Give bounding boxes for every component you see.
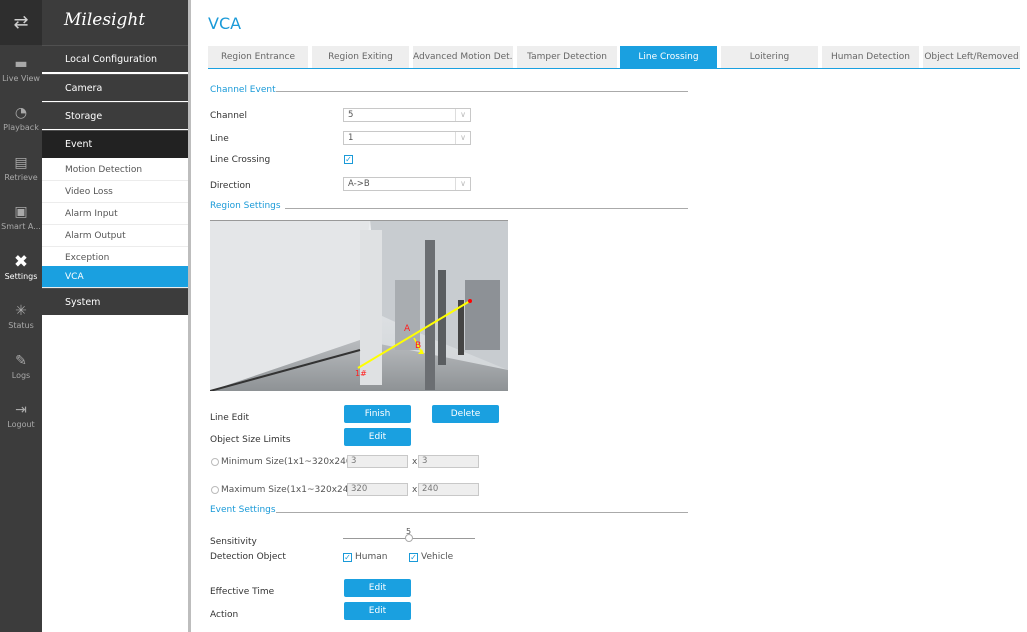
minimum-width-input[interactable]: 3 xyxy=(347,455,408,468)
maximum-height-input[interactable]: 240 xyxy=(418,483,479,496)
human-label: Human xyxy=(355,552,388,562)
menu-sub-video-loss[interactable]: Video Loss xyxy=(42,181,188,203)
finish-button[interactable]: Finish xyxy=(344,405,411,423)
human-checkbox[interactable]: ✓ xyxy=(343,553,352,562)
logout-icon: ⇥ xyxy=(15,402,27,418)
overlay-line-number: 1# xyxy=(355,369,367,378)
menu-item-event[interactable]: Event xyxy=(42,130,188,158)
camera-preview[interactable]: A B 1# xyxy=(210,220,508,391)
section-divider xyxy=(285,208,688,209)
action-edit-button[interactable]: Edit xyxy=(344,602,411,620)
detection-object-label: Detection Object xyxy=(210,552,286,562)
menu-item-system[interactable]: System xyxy=(42,288,188,315)
direction-label: Direction xyxy=(210,181,251,191)
overlay-label-a: A xyxy=(404,324,411,334)
tab-region-exiting[interactable]: Region Exiting xyxy=(312,46,409,68)
maximum-size-x: x xyxy=(412,485,418,495)
line-value: 1 xyxy=(348,133,354,143)
tab-line-crossing[interactable]: Line Crossing xyxy=(620,46,717,68)
menu-sub-vca[interactable]: VCA xyxy=(42,266,188,288)
logs-icon: ✎ xyxy=(15,353,27,369)
direction-value: A->B xyxy=(348,179,370,189)
tab-tamper-detection[interactable]: Tamper Detection xyxy=(517,46,617,68)
maximum-size-radio[interactable] xyxy=(211,486,219,494)
rail-playback[interactable]: ◔ Playback xyxy=(0,105,42,149)
direction-select[interactable]: A->B ∨ xyxy=(343,177,471,191)
section-divider xyxy=(276,91,688,92)
camera-scene: A B 1# xyxy=(210,220,508,391)
rail-live-view[interactable]: ▬ Live View xyxy=(0,56,42,100)
rail-smart-analysis[interactable]: ▣ Smart A... xyxy=(0,204,42,248)
vehicle-label: Vehicle xyxy=(421,552,454,562)
overlay-label-b: B xyxy=(415,341,421,351)
menu-sub-alarm-input[interactable]: Alarm Input xyxy=(42,203,188,225)
line-edit-label: Line Edit xyxy=(210,413,250,423)
section-divider xyxy=(276,512,688,513)
settings-icon: ✖ xyxy=(13,252,29,272)
chevron-down-icon: ∨ xyxy=(455,109,470,121)
section-region-settings: Region Settings xyxy=(210,201,281,211)
playback-icon: ◔ xyxy=(14,105,28,121)
section-event-settings: Event Settings xyxy=(210,505,276,515)
menu-header: Milesight xyxy=(42,0,188,45)
rail-logs[interactable]: ✎ Logs xyxy=(0,353,42,397)
chevron-down-icon: ∨ xyxy=(455,178,470,190)
section-channel-event: Channel Event xyxy=(210,85,276,95)
menu-item-local-configuration[interactable]: Local Configuration xyxy=(42,45,188,72)
menu-sub-motion-detection[interactable]: Motion Detection xyxy=(42,159,188,181)
brand-logo: Milesight xyxy=(64,10,146,30)
live-view-icon: ▬ xyxy=(14,56,28,72)
tab-region-entrance[interactable]: Region Entrance xyxy=(208,46,308,68)
tab-object-left-removed[interactable]: Object Left/Removed xyxy=(923,46,1020,68)
delete-button[interactable]: Delete xyxy=(432,405,499,423)
retrieve-icon: ▤ xyxy=(14,155,28,171)
swap-icon[interactable]: ⇄ xyxy=(0,0,42,45)
line-label: Line xyxy=(210,134,229,144)
rail-retrieve[interactable]: ▤ Retrieve xyxy=(0,155,42,199)
icon-rail: ⇄ ▬ Live View ◔ Playback ▤ Retrieve ▣ Smart … xyxy=(0,0,42,632)
page-title: VCA xyxy=(208,14,242,33)
menu-item-storage[interactable]: Storage xyxy=(42,102,188,129)
effective-time-edit-button[interactable]: Edit xyxy=(344,579,411,597)
rail-status[interactable]: ✳ Status xyxy=(0,303,42,347)
smart-analysis-icon: ▣ xyxy=(14,204,28,220)
minimum-size-x: x xyxy=(412,457,418,467)
chevron-down-icon: ∨ xyxy=(455,132,470,144)
menu-divider xyxy=(188,0,191,632)
sensitivity-slider-handle[interactable] xyxy=(405,534,413,542)
line-select[interactable]: 1 ∨ xyxy=(343,131,471,145)
rail-logout[interactable]: ⇥ Logout xyxy=(0,402,42,446)
line-crossing-checkbox[interactable]: ✓ xyxy=(344,155,353,164)
line-crossing-label: Line Crossing xyxy=(210,155,271,165)
tab-underline xyxy=(208,68,1020,69)
tab-human-detection[interactable]: Human Detection xyxy=(822,46,919,68)
sensitivity-label: Sensitivity xyxy=(210,537,257,547)
vca-tabs: Region Entrance Region Exiting Advanced … xyxy=(208,46,1020,68)
effective-time-label: Effective Time xyxy=(210,587,275,597)
status-icon: ✳ xyxy=(15,303,27,319)
channel-label: Channel xyxy=(210,111,247,121)
action-label: Action xyxy=(210,610,239,620)
object-size-edit-button[interactable]: Edit xyxy=(344,428,411,446)
channel-select[interactable]: 5 ∨ xyxy=(343,108,471,122)
maximum-width-input[interactable]: 320 xyxy=(347,483,408,496)
menu-sub-alarm-output[interactable]: Alarm Output xyxy=(42,225,188,247)
tab-loitering[interactable]: Loitering xyxy=(721,46,818,68)
object-size-label: Object Size Limits xyxy=(210,435,291,445)
vehicle-checkbox[interactable]: ✓ xyxy=(409,553,418,562)
tab-advanced-motion-detection[interactable]: Advanced Motion Det... xyxy=(413,46,513,68)
rail-settings[interactable]: ✖ Settings xyxy=(0,254,42,298)
menu-item-camera[interactable]: Camera xyxy=(42,74,188,101)
settings-menu: Milesight Local Configuration Camera Sto… xyxy=(42,0,188,632)
minimum-size-label: Minimum Size(1x1~320x240) xyxy=(221,457,356,467)
minimum-size-radio[interactable] xyxy=(211,458,219,466)
maximum-size-label: Maximum Size(1x1~320x240) xyxy=(221,485,358,495)
channel-value: 5 xyxy=(348,110,354,120)
minimum-height-input[interactable]: 3 xyxy=(418,455,479,468)
